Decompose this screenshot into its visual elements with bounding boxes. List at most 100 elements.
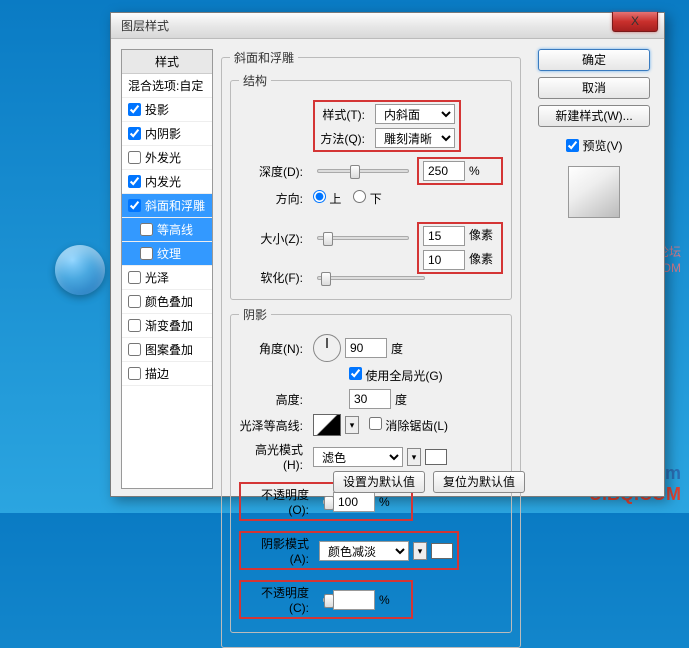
sidebar-checkbox-0[interactable] bbox=[128, 103, 141, 116]
gloss-dropdown-icon[interactable]: ▾ bbox=[345, 416, 359, 434]
highlight-mode-label: 高光模式(H): bbox=[239, 441, 309, 472]
shadow-opacity-slider[interactable] bbox=[323, 598, 325, 602]
sidebar-label-1: 内阴影 bbox=[145, 125, 181, 142]
highlight-color-swatch[interactable] bbox=[425, 449, 447, 465]
ok-button[interactable]: 确定 bbox=[538, 49, 650, 71]
sidebar-checkbox-5[interactable] bbox=[140, 223, 153, 236]
titlebar[interactable]: 图层样式 X bbox=[111, 13, 664, 39]
sidebar-checkbox-2[interactable] bbox=[128, 151, 141, 164]
sidebar-checkbox-1[interactable] bbox=[128, 127, 141, 140]
decorative-orb bbox=[55, 245, 105, 295]
sidebar-checkbox-4[interactable] bbox=[128, 199, 141, 212]
shadow-legend: 阴影 bbox=[239, 306, 271, 323]
size-slider[interactable] bbox=[317, 236, 409, 240]
style-label: 样式(T): bbox=[319, 106, 371, 123]
gloss-contour-picker[interactable] bbox=[313, 414, 341, 436]
cancel-button[interactable]: 取消 bbox=[538, 77, 650, 99]
sidebar-item-8[interactable]: 颜色叠加 bbox=[122, 290, 212, 314]
sidebar-blend-label: 混合选项:自定 bbox=[128, 77, 203, 94]
sidebar-header: 样式 bbox=[122, 50, 212, 74]
sidebar-label-0: 投影 bbox=[145, 101, 169, 118]
highlight-opacity-label: 不透明度(O): bbox=[245, 486, 315, 517]
size-soften-box: 像素 像素 bbox=[417, 222, 503, 274]
soften-input[interactable] bbox=[423, 250, 465, 270]
angle-unit: 度 bbox=[391, 340, 419, 357]
soften-slider[interactable] bbox=[317, 276, 425, 280]
bevel-group: 斜面和浮雕 结构 样式(T): 内斜面 方法(Q): bbox=[221, 49, 521, 648]
sidebar-checkbox-8[interactable] bbox=[128, 295, 141, 308]
altitude-input[interactable] bbox=[349, 389, 391, 409]
sidebar-checkbox-3[interactable] bbox=[128, 175, 141, 188]
style-method-highlight: 样式(T): 内斜面 方法(Q): 雕刻清晰 bbox=[313, 100, 461, 152]
gloss-label: 光泽等高线: bbox=[239, 417, 309, 434]
direction-up[interactable]: 上 bbox=[313, 190, 341, 207]
shadow-group: 阴影 角度(N): 度 使用全局光(G) 高度: bbox=[230, 306, 512, 633]
new-style-button[interactable]: 新建样式(W)... bbox=[538, 105, 650, 127]
sidebar-item-1[interactable]: 内阴影 bbox=[122, 122, 212, 146]
global-light-checkbox[interactable]: 使用全局光(G) bbox=[349, 367, 443, 384]
shadow-dd-icon[interactable]: ▾ bbox=[413, 542, 427, 560]
direction-down[interactable]: 下 bbox=[353, 190, 381, 207]
depth-unit: % bbox=[469, 164, 497, 178]
preview-checkbox[interactable]: 预览(V) bbox=[566, 137, 623, 154]
reset-default-button[interactable]: 复位为默认值 bbox=[433, 471, 525, 493]
sidebar-item-2[interactable]: 外发光 bbox=[122, 146, 212, 170]
shadow-opacity-label: 不透明度(C): bbox=[245, 584, 315, 615]
sidebar-item-3[interactable]: 内发光 bbox=[122, 170, 212, 194]
close-button[interactable]: X bbox=[612, 12, 658, 32]
sidebar-label-9: 渐变叠加 bbox=[145, 317, 193, 334]
sidebar-item-7[interactable]: 光泽 bbox=[122, 266, 212, 290]
shadow-color-swatch[interactable] bbox=[431, 543, 453, 559]
sidebar-item-6[interactable]: 纹理 bbox=[122, 242, 212, 266]
sidebar-checkbox-9[interactable] bbox=[128, 319, 141, 332]
sidebar-label-5: 等高线 bbox=[157, 221, 193, 238]
angle-input[interactable] bbox=[345, 338, 387, 358]
sidebar-checkbox-6[interactable] bbox=[140, 247, 153, 260]
set-default-button[interactable]: 设置为默认值 bbox=[333, 471, 425, 493]
sidebar-checkbox-7[interactable] bbox=[128, 271, 141, 284]
angle-label: 角度(N): bbox=[239, 340, 309, 357]
right-panel: 确定 取消 新建样式(W)... 预览(V) bbox=[534, 49, 654, 218]
shadow-mode-row: 阴影模式(A): 颜色减淡 ▾ bbox=[239, 531, 459, 570]
sidebar-label-2: 外发光 bbox=[145, 149, 181, 166]
sidebar-item-10[interactable]: 图案叠加 bbox=[122, 338, 212, 362]
altitude-label: 高度: bbox=[239, 391, 309, 408]
highlight-opacity-slider[interactable] bbox=[323, 500, 325, 504]
sidebar-item-11[interactable]: 描边 bbox=[122, 362, 212, 386]
depth-input[interactable] bbox=[423, 161, 465, 181]
sidebar-blend-options[interactable]: 混合选项:自定 bbox=[122, 74, 212, 98]
structure-group: 结构 样式(T): 内斜面 方法(Q): 雕刻清晰 bbox=[230, 72, 512, 300]
sidebar-label-4: 斜面和浮雕 bbox=[145, 197, 205, 214]
sidebar-checkbox-10[interactable] bbox=[128, 343, 141, 356]
content-area: 斜面和浮雕 结构 样式(T): 内斜面 方法(Q): bbox=[221, 49, 521, 499]
sidebar-item-4[interactable]: 斜面和浮雕 bbox=[122, 194, 212, 218]
method-label: 方法(Q): bbox=[319, 130, 371, 147]
sidebar-label-6: 纹理 bbox=[157, 245, 181, 262]
highlight-mode-select[interactable]: 滤色 bbox=[313, 447, 403, 467]
style-select[interactable]: 内斜面 bbox=[375, 104, 455, 124]
highlight-opacity-input[interactable] bbox=[333, 492, 375, 512]
styles-sidebar: 样式 混合选项:自定 投影内阴影外发光内发光斜面和浮雕等高线纹理光泽颜色叠加渐变… bbox=[121, 49, 213, 489]
highlight-dd-icon[interactable]: ▾ bbox=[407, 448, 421, 466]
depth-label: 深度(D): bbox=[239, 163, 309, 180]
close-icon: X bbox=[631, 14, 639, 28]
sidebar-item-9[interactable]: 渐变叠加 bbox=[122, 314, 212, 338]
shadow-opacity-input[interactable] bbox=[333, 590, 375, 610]
sidebar-checkbox-11[interactable] bbox=[128, 367, 141, 380]
shadow-mode-label: 阴影模式(A): bbox=[245, 535, 315, 566]
shadow-mode-select[interactable]: 颜色减淡 bbox=[319, 541, 409, 561]
antialias-checkbox[interactable]: 消除锯齿(L) bbox=[369, 417, 448, 434]
layer-style-dialog: 图层样式 X 样式 混合选项:自定 投影内阴影外发光内发光斜面和浮雕等高线纹理光… bbox=[110, 12, 665, 497]
sidebar-item-0[interactable]: 投影 bbox=[122, 98, 212, 122]
method-select[interactable]: 雕刻清晰 bbox=[375, 128, 455, 148]
shadow-opacity-row: 不透明度(C): % bbox=[239, 580, 413, 619]
sidebar-label-3: 内发光 bbox=[145, 173, 181, 190]
sidebar-label-7: 光泽 bbox=[145, 269, 169, 286]
depth-slider[interactable] bbox=[317, 169, 409, 173]
structure-legend: 结构 bbox=[239, 72, 271, 89]
sidebar-item-5[interactable]: 等高线 bbox=[122, 218, 212, 242]
size-input[interactable] bbox=[423, 226, 465, 246]
direction-label: 方向: bbox=[239, 190, 309, 207]
angle-dial[interactable] bbox=[313, 334, 341, 362]
dialog-title: 图层样式 bbox=[121, 17, 169, 34]
